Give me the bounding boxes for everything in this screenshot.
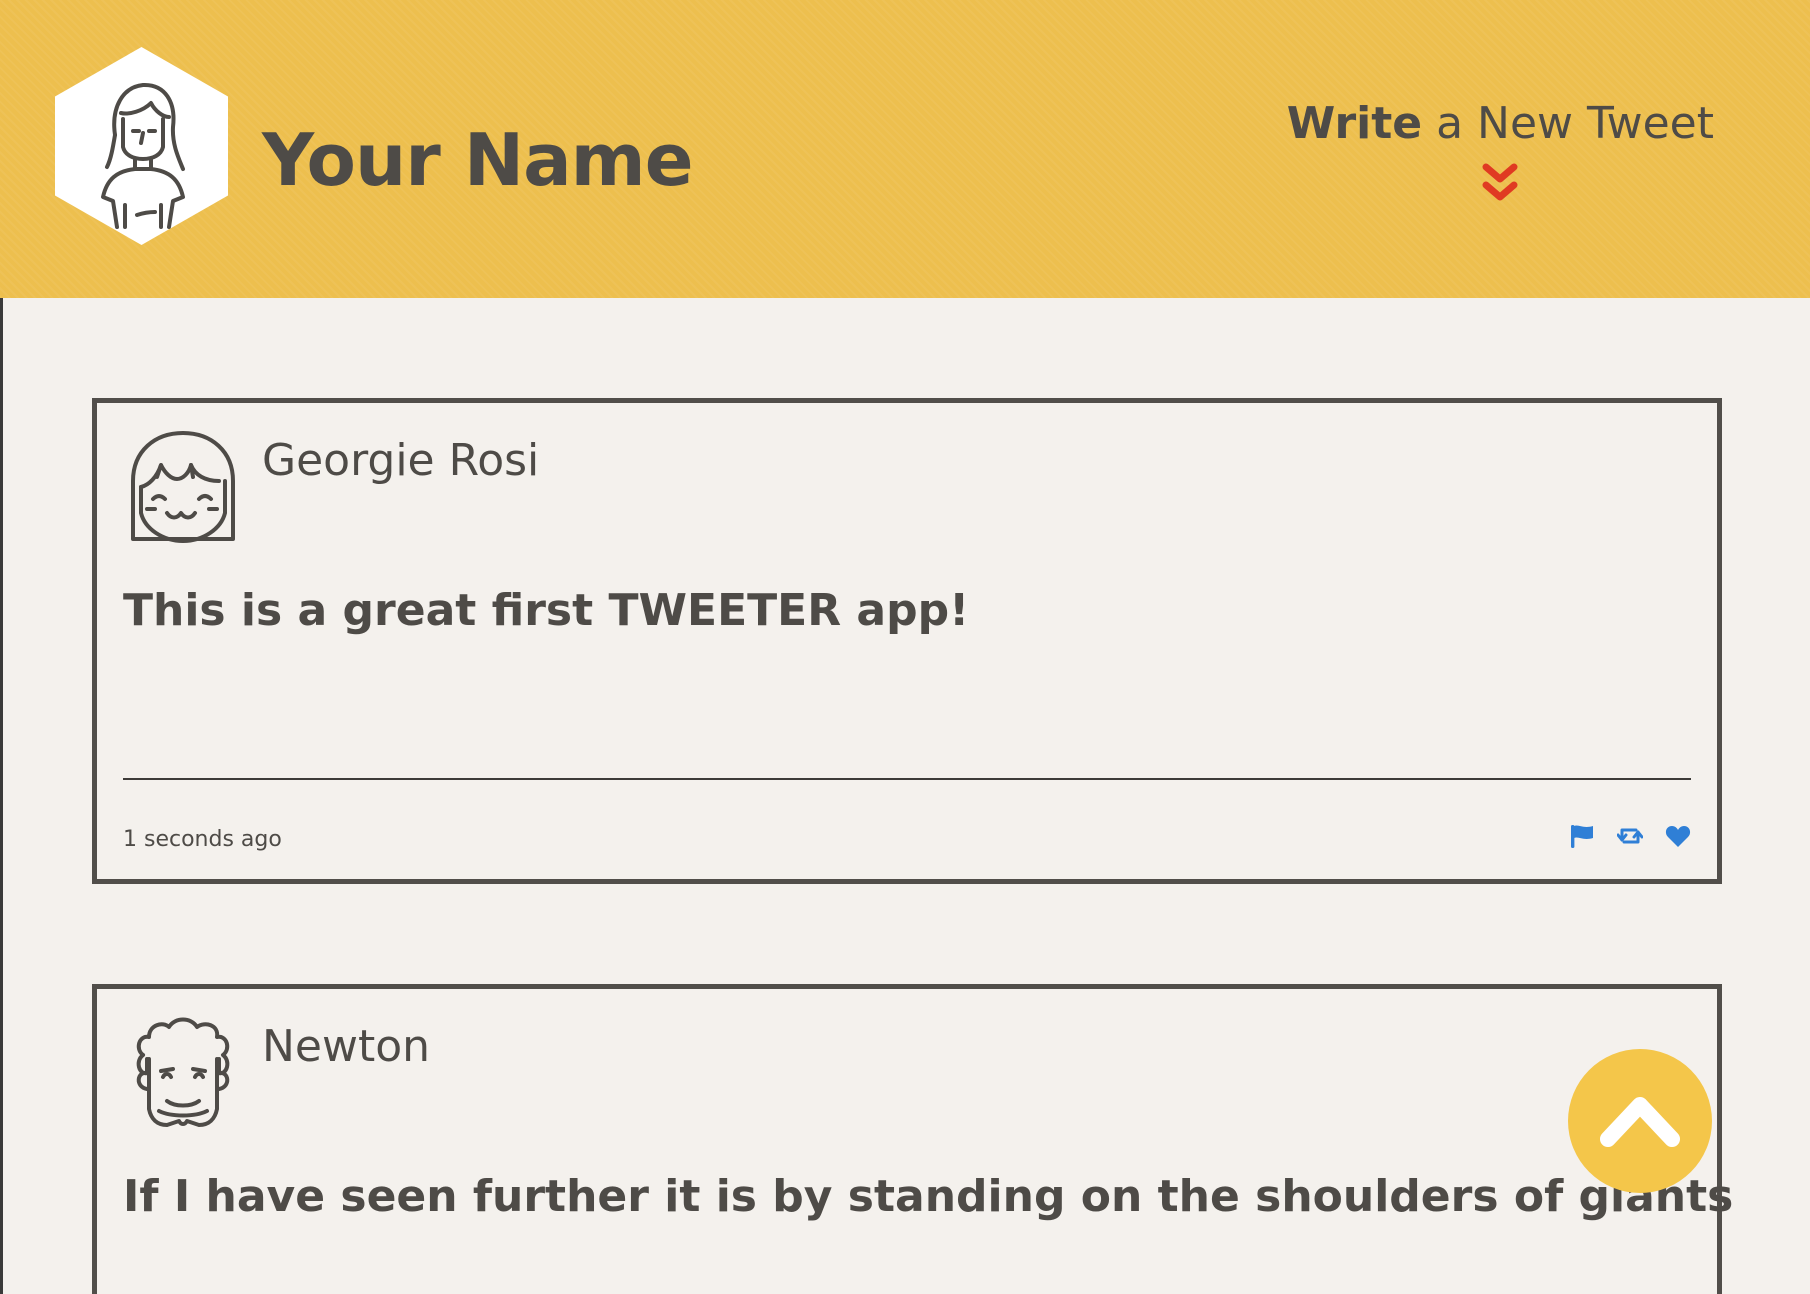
compose-label-strong[interactable]: Write xyxy=(1287,98,1422,149)
tweet-timestamp: 1 seconds ago xyxy=(123,827,282,852)
tweet-author: Georgie Rosi xyxy=(262,435,540,486)
user-avatar-icon xyxy=(55,47,228,245)
compose-toggle-button[interactable]: Write a New Tweet xyxy=(1287,98,1714,205)
newton-avatar-icon xyxy=(127,1015,239,1133)
compose-label[interactable]: Write a New Tweet xyxy=(1287,98,1714,149)
flag-icon[interactable] xyxy=(1569,823,1595,849)
girl-avatar-icon xyxy=(127,429,239,547)
tweet-content: If I have seen further it is by standing… xyxy=(123,1171,1734,1222)
heart-icon[interactable] xyxy=(1665,823,1691,849)
scroll-to-top-button[interactable] xyxy=(1568,1049,1712,1193)
profile-name: Your Name xyxy=(262,118,694,202)
header: Your Name Write a New Tweet xyxy=(0,0,1810,298)
tweet-card: Newton If I have seen further it is by s… xyxy=(92,984,1733,1294)
double-chevron-down-icon[interactable] xyxy=(1482,163,1518,205)
tweet-author: Newton xyxy=(262,1021,431,1072)
tweet-divider xyxy=(123,778,1691,780)
compose-label-rest[interactable]: a New Tweet xyxy=(1422,98,1714,149)
tweet-card: Georgie Rosi This is a great first TWEET… xyxy=(92,398,1722,884)
page: Your Name Write a New Tweet Georgie Rosi… xyxy=(0,0,1810,1294)
tweet-content: This is a great first TWEETER app! xyxy=(123,585,970,636)
tweet-actions xyxy=(1569,823,1691,849)
chevron-up-icon[interactable] xyxy=(1600,1087,1680,1147)
retweet-icon[interactable] xyxy=(1617,823,1643,849)
